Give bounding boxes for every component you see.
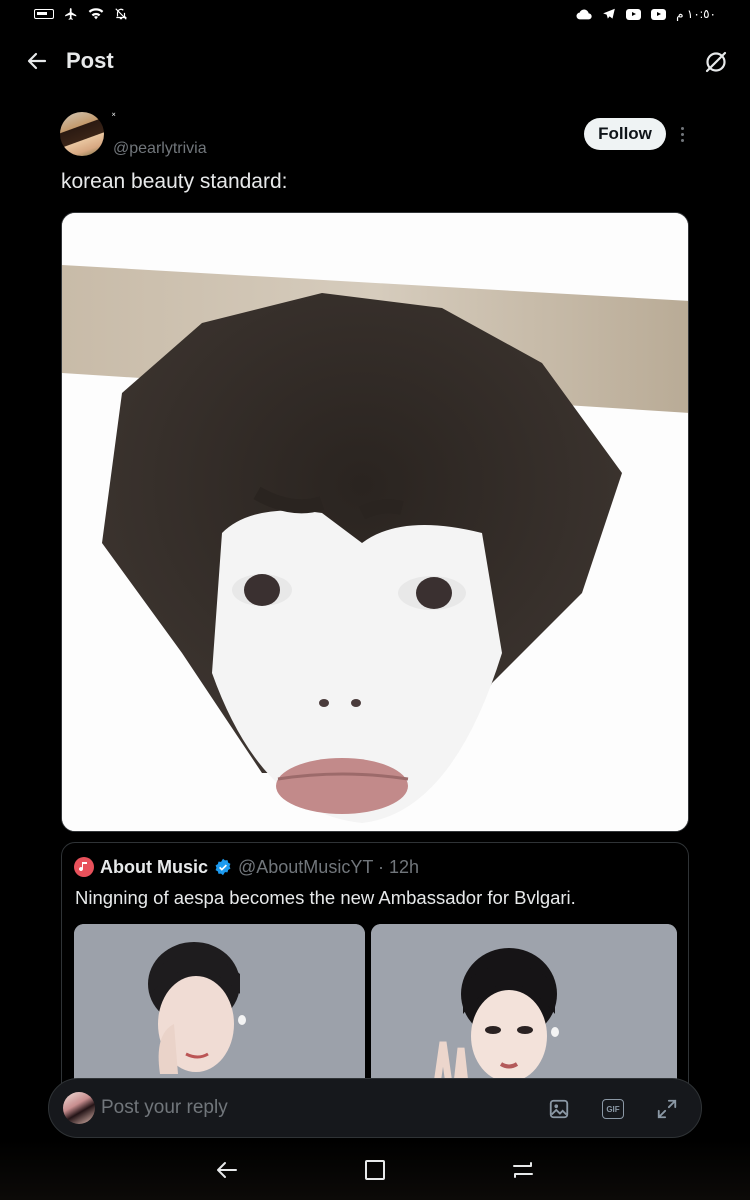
user-avatar[interactable] [63,1092,95,1124]
system-navigation-bar [0,1140,750,1200]
author-display-name[interactable]: ˟ [112,112,115,123]
expand-composer-button[interactable] [655,1097,679,1121]
cloud-icon [576,9,592,20]
expand-icon [657,1099,677,1119]
music-note-icon [74,857,94,877]
post-image[interactable] [61,212,689,832]
nav-recents-icon [513,1162,533,1178]
airplane-icon [65,8,77,20]
nav-recents-button[interactable] [508,1155,538,1185]
nav-home-icon [365,1160,385,1180]
add-gif-button[interactable]: GIF [601,1097,625,1121]
page-title: Post [66,48,114,73]
add-image-button[interactable] [547,1097,571,1121]
more-dot-icon [680,132,684,136]
more-dot-icon [680,126,684,130]
gif-icon: GIF [602,1099,624,1119]
reply-composer: GIF [48,1078,702,1138]
telegram-icon [603,8,615,19]
reply-input[interactable] [101,1088,521,1128]
follow-button[interactable]: Follow [584,118,666,150]
wifi-icon [88,8,104,20]
top-app-bar: Post [0,28,750,94]
status-bar: ١٠:٥٠ م [0,0,750,28]
arrow-left-icon [27,52,47,70]
quoted-author-name: About Music [100,856,208,877]
meme-face-image [62,213,688,831]
back-button[interactable] [22,46,52,76]
more-options-button[interactable] [674,122,690,146]
nav-back-icon [217,1162,237,1178]
image-icon [549,1099,569,1119]
quoted-handle-time: @AboutMusicYT · 12h [238,856,420,877]
more-dot-icon [680,138,684,142]
nav-home-button[interactable] [360,1155,390,1185]
reply-tools: GIF [547,1097,679,1121]
youtube-icon-2 [651,8,667,20]
battery-icon [34,9,54,19]
youtube-icon [626,8,642,20]
grok-icon [705,51,727,73]
mute-icon [115,8,128,20]
grok-button[interactable] [702,48,730,76]
author-avatar[interactable] [60,112,104,156]
quoted-post-header: About Music @AboutMusicYT · 12h [74,855,419,879]
status-icons-right: ١٠:٥٠ م [576,7,716,21]
post-text: korean beauty standard: [61,170,288,193]
quoted-post-text: Ningning of aespa becomes the new Ambass… [75,887,576,908]
post-author: ˟ @pearlytrivia Follow [60,112,690,162]
author-handle[interactable]: @pearlytrivia [113,140,207,158]
status-time: ١٠:٥٠ م [676,7,716,21]
status-icons-left [34,7,128,21]
verified-badge-icon [215,858,231,876]
nav-back-button[interactable] [212,1155,242,1185]
